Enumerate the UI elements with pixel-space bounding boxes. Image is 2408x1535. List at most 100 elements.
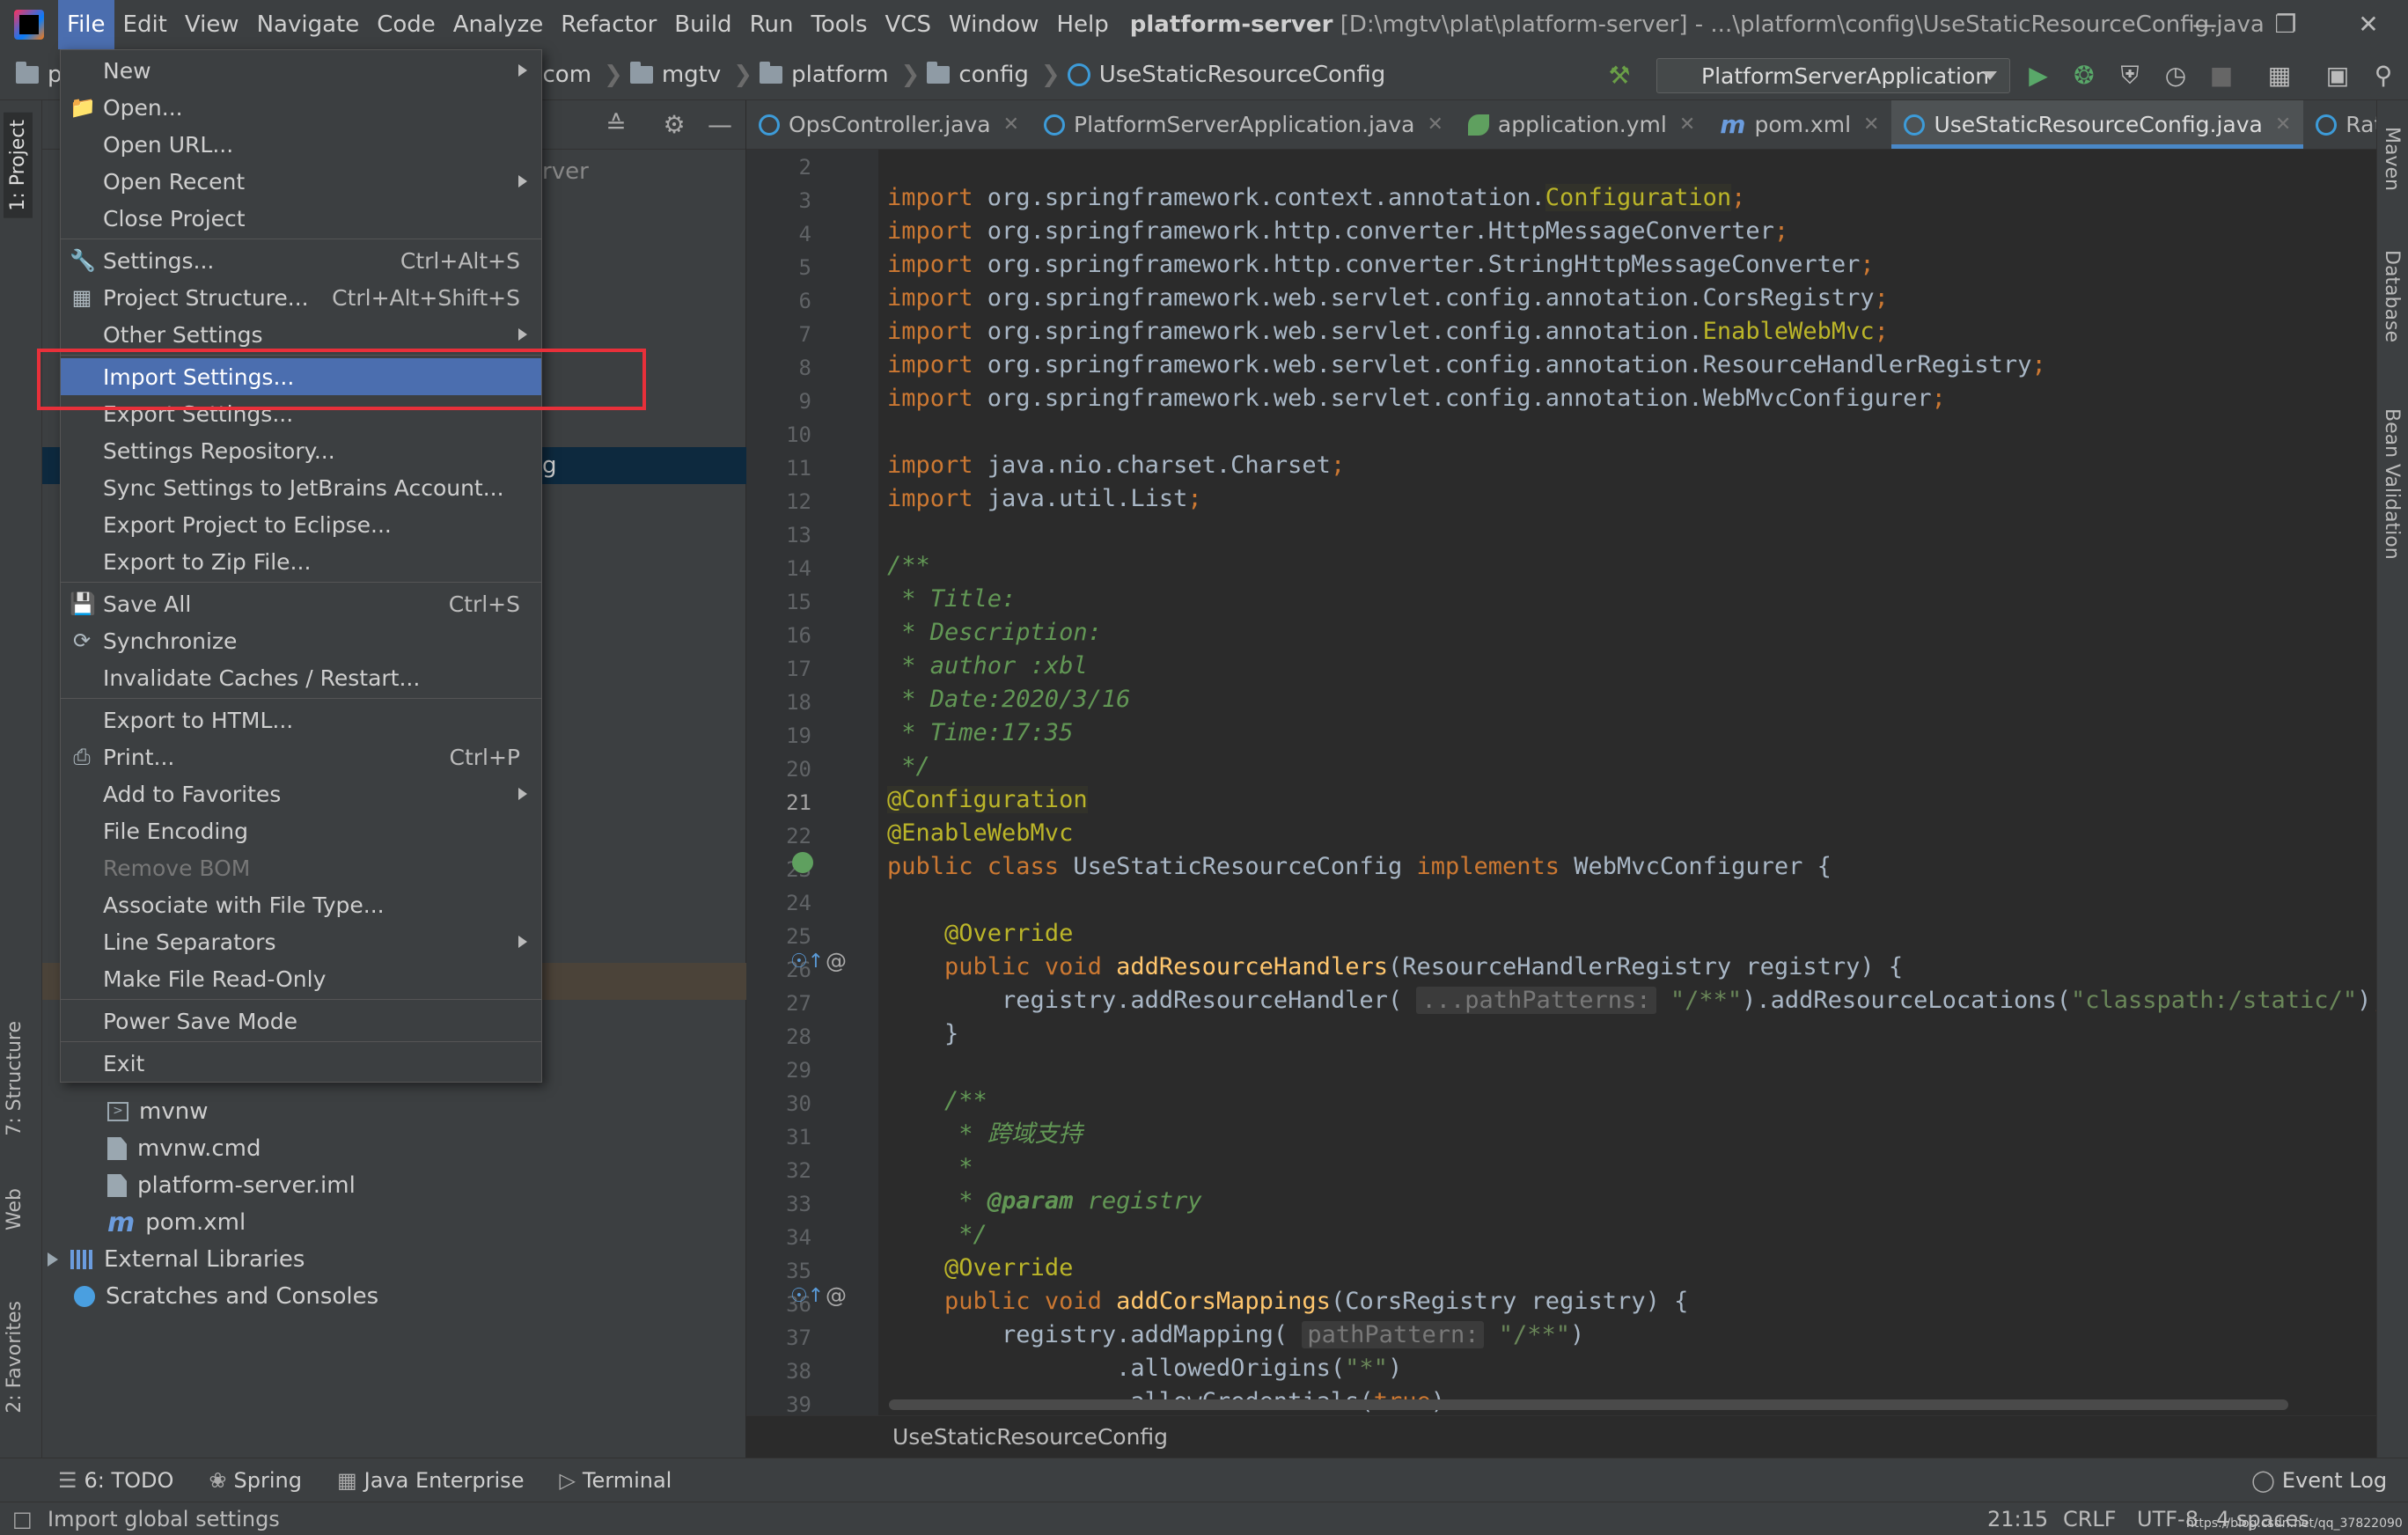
menu-analyze[interactable]: Analyze [444,0,552,49]
menu-build[interactable]: Build [665,0,740,49]
breadcrumb-mgtv[interactable]: mgtv [629,61,721,88]
menu-item-settings[interactable]: 🔧 Settings... Ctrl+Alt+S [61,242,541,279]
debug-bug-icon[interactable]: ❂ [2070,62,2098,90]
menu-view[interactable]: View [176,0,248,49]
coverage-icon[interactable]: ⛨ [2116,62,2144,90]
editor-tab-usestaticresourceconfig[interactable]: UseStaticResourceConfig.java ✕ [1891,100,2304,149]
close-tab-icon[interactable]: ✕ [1679,114,1695,136]
menu-file[interactable]: File [58,0,114,49]
minimize-icon[interactable]: — [2165,0,2244,49]
menu-item-close-project[interactable]: Close Project [61,200,541,237]
menu-item-new[interactable]: New [61,52,541,89]
breadcrumb-platform[interactable]: platform [760,61,889,88]
override-gutter-icon[interactable]: ☉↑ [790,1285,824,1307]
tree-item-iml[interactable]: platform-server.iml [42,1167,746,1204]
tool-tab-maven[interactable]: Maven [2381,127,2403,191]
breadcrumb-root[interactable]: p [16,61,62,88]
tool-tab-structure[interactable]: 7: Structure [4,1021,26,1136]
tool-tab-project[interactable]: 1: Project [4,113,33,218]
menu-item-project-structure[interactable]: ▦ Project Structure... Ctrl+Alt+Shift+S [61,279,541,316]
menu-item-settings-repository[interactable]: Settings Repository... [61,432,541,469]
editor-tab-pom-xml[interactable]: m pom.xml ✕ [1707,100,1891,149]
status-panel-toggle-icon[interactable]: □ [12,1502,33,1535]
hide-panel-icon[interactable]: — [706,111,734,139]
caret-position[interactable]: 21:15 [1987,1502,2048,1535]
project-structure-icon[interactable]: ▦ [2265,62,2294,90]
close-tab-icon[interactable]: ✕ [1427,114,1443,136]
horizontal-scrollbar[interactable] [889,1399,2288,1410]
breadcrumb-class[interactable]: UseStaticResourceConfig [1067,62,1385,88]
stop-icon[interactable]: ■ [2207,62,2235,90]
run-icon[interactable]: ▶ [2024,62,2052,90]
web-mapping-gutter-icon[interactable]: @ [826,949,847,973]
java-enterprise-tool-button[interactable]: ▦ Java Enterprise [337,1468,524,1493]
breadcrumb-config[interactable]: config [927,61,1029,88]
close-tab-icon[interactable]: ✕ [2275,114,2291,136]
tree-item-mvnw-cmd[interactable]: mvnw.cmd [42,1130,746,1167]
menu-item-open-recent[interactable]: Open Recent [61,163,541,200]
menu-item-file-encoding[interactable]: File Encoding [61,812,541,849]
menu-item-exit[interactable]: Exit [61,1045,541,1082]
intellij-logo-icon[interactable] [14,10,44,40]
tool-tab-web[interactable]: Web [4,1188,26,1230]
menu-item-open-url[interactable]: Open URL... [61,126,541,163]
tree-item-pom[interactable]: m pom.xml [42,1204,746,1241]
menu-item-export-html[interactable]: Export to HTML... [61,701,541,738]
menu-item-save-all[interactable]: 💾 Save All Ctrl+S [61,585,541,622]
spring-bean-gutter-icon[interactable] [792,852,813,873]
menu-item-sync-settings[interactable]: Sync Settings to JetBrains Account... [61,469,541,506]
menu-run[interactable]: Run [741,0,803,49]
spring-tool-button[interactable]: ❀ Spring [209,1468,302,1493]
close-window-icon[interactable]: ✕ [2329,0,2408,49]
profile-icon[interactable]: ◷ [2162,62,2190,90]
close-tab-icon[interactable]: ✕ [1003,114,1019,136]
override-gutter-icon[interactable]: ☉↑ [790,951,824,973]
run-configuration-select[interactable]: PlatformServerApplication [1656,58,2010,93]
line-separator[interactable]: CRLF [2063,1502,2117,1535]
close-tab-icon[interactable]: ✕ [1863,114,1879,136]
editor-tab-platformserverapplication[interactable]: PlatformServerApplication.java ✕ [1031,100,1456,149]
menu-item-line-separators[interactable]: Line Separators [61,923,541,960]
menu-item-export-zip[interactable]: Export to Zip File... [61,543,541,580]
menu-navigate[interactable]: Navigate [248,0,369,49]
tree-item-external-libraries[interactable]: External Libraries [42,1241,746,1278]
collapse-all-icon[interactable]: ≙ [602,111,630,139]
web-mapping-gutter-icon[interactable]: @ [826,1283,847,1308]
menu-window[interactable]: Window [940,0,1048,49]
terminal-window-icon[interactable]: ▣ [2324,62,2352,90]
editor-tab-opscontroller[interactable]: OpsController.java ✕ [746,100,1031,149]
build-hammer-icon[interactable]: ⚒ [1605,62,1633,90]
menu-item-invalidate-caches[interactable]: Invalidate Caches / Restart... [61,659,541,696]
code-editor[interactable]: import org.springframework.context.annot… [878,150,2376,1415]
terminal-tool-button[interactable]: ▷ Terminal [559,1468,672,1493]
menu-help[interactable]: Help [1047,0,1117,49]
menu-tools[interactable]: Tools [802,0,876,49]
expand-arrow-icon[interactable] [48,1252,58,1267]
tree-item-mvnw[interactable]: > mvnw [42,1093,746,1130]
tool-tab-bean-validation[interactable]: Bean Validation [2381,408,2403,560]
menu-item-power-save[interactable]: Power Save Mode [61,1003,541,1039]
menu-item-associate-file-type[interactable]: Associate with File Type... [61,886,541,923]
tool-tab-favorites[interactable]: 2: Favorites [4,1301,26,1414]
breadcrumb-com[interactable]: com [543,62,592,88]
editor-breadcrumb[interactable]: UseStaticResourceConfig [746,1415,2376,1458]
menu-item-make-read-only[interactable]: Make File Read-Only [61,960,541,997]
editor-tab-application-yml[interactable]: application.yml ✕ [1456,100,1707,149]
menu-item-other-settings[interactable]: Other Settings [61,316,541,353]
event-log-tool-button[interactable]: ◯ Event Log [2251,1468,2387,1493]
tool-tab-database[interactable]: Database [2381,250,2403,342]
menu-refactor[interactable]: Refactor [552,0,665,49]
menu-vcs[interactable]: VCS [877,0,940,49]
menu-item-open[interactable]: 📁 Open... [61,89,541,126]
menu-edit[interactable]: Edit [114,0,176,49]
search-icon[interactable]: ⚲ [2369,62,2397,90]
menu-code[interactable]: Code [368,0,444,49]
menu-item-print[interactable]: ⎙ Print... Ctrl+P [61,738,541,775]
restore-icon[interactable]: ❐ [2246,0,2325,49]
menu-item-synchronize[interactable]: ⟳ Synchronize [61,622,541,659]
menu-item-add-to-favorites[interactable]: Add to Favorites [61,775,541,812]
menu-item-export-eclipse[interactable]: Export Project to Eclipse... [61,506,541,543]
tree-item-scratches[interactable]: Scratches and Consoles [42,1278,746,1315]
todo-tool-button[interactable]: ☰ 6: TODO [58,1468,173,1493]
gear-icon[interactable]: ⚙ [660,111,688,139]
